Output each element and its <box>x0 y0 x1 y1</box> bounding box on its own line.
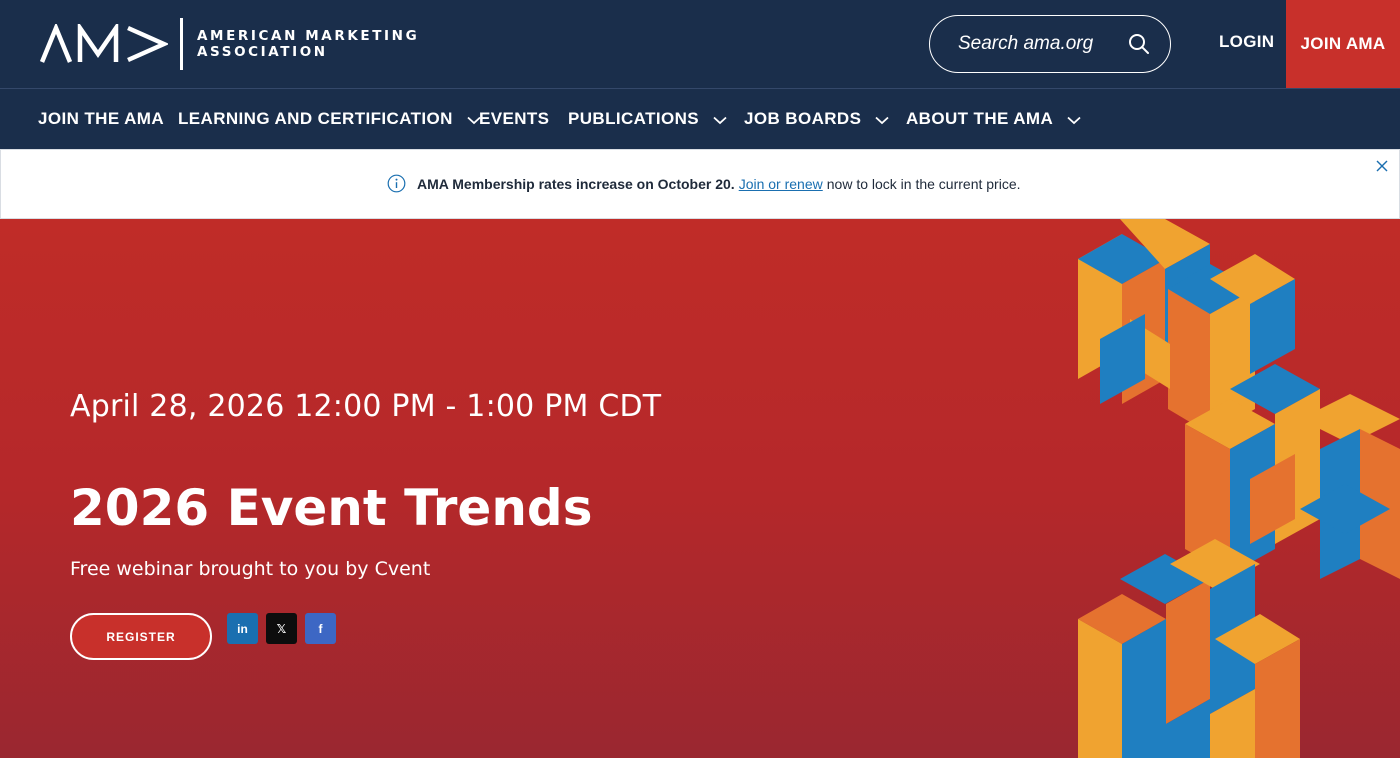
ama-logo[interactable]: AMERICAN MARKETING ASSOCIATION <box>40 17 419 71</box>
nav-item-events[interactable]: EVENTS <box>479 89 549 149</box>
nav-item-job-boards[interactable]: JOB BOARDS <box>744 89 889 149</box>
alert-bold-text: AMA Membership rates increase on October… <box>417 175 735 192</box>
nav-item-join-the-ama[interactable]: JOIN THE AMA <box>38 89 164 149</box>
logo-line-1: AMERICAN MARKETING <box>197 28 420 44</box>
logo-line-2: ASSOCIATION <box>197 44 328 60</box>
event-date: April 28, 2026 12:00 PM - 1:00 PM CDT <box>70 389 662 424</box>
event-subtitle: Free webinar brought to you by Cvent <box>70 558 431 580</box>
nav-item-label: JOIN THE AMA <box>38 109 165 128</box>
search-icon[interactable] <box>1128 33 1150 55</box>
close-icon[interactable] <box>1375 159 1389 173</box>
login-link[interactable]: LOGIN <box>1219 32 1274 52</box>
nav-item-label: PUBLICATIONS <box>568 109 700 128</box>
event-title: 2026 Event Trends <box>70 479 593 537</box>
logo-wordmark: AMERICAN MARKETING ASSOCIATION <box>197 28 419 60</box>
decorative-isometric-art <box>1078 219 1400 758</box>
register-button[interactable]: REGISTER <box>70 613 212 660</box>
facebook-share-icon[interactable]: f <box>305 613 336 644</box>
search-input[interactable] <box>958 33 1118 55</box>
main-nav: JOIN THE AMA LEARNING AND CERTIFICATION … <box>0 88 1400 149</box>
site-header: AMERICAN MARKETING ASSOCIATION LOGIN JOI… <box>0 0 1400 88</box>
event-hero: April 28, 2026 12:00 PM - 1:00 PM CDT 20… <box>0 219 1400 758</box>
chevron-down-icon <box>875 116 889 125</box>
art-cluster-bottom <box>1078 539 1300 758</box>
nav-item-learning-and-certification[interactable]: LEARNING AND CERTIFICATION <box>178 89 481 149</box>
logo-divider <box>180 18 183 70</box>
nav-item-label: EVENTS <box>479 109 550 128</box>
nav-item-label: ABOUT THE AMA <box>906 109 1054 128</box>
nav-item-label: LEARNING AND CERTIFICATION <box>178 109 453 128</box>
nav-item-label: JOB BOARDS <box>744 109 862 128</box>
nav-item-publications[interactable]: PUBLICATIONS <box>568 89 727 149</box>
chevron-down-icon <box>713 116 727 125</box>
info-icon <box>387 174 406 193</box>
ama-logo-mark <box>40 24 168 63</box>
chevron-down-icon <box>1067 116 1081 125</box>
join-or-renew-link[interactable]: Join or renew <box>739 176 823 192</box>
alert-message: AMA Membership rates increase on October… <box>387 174 1021 193</box>
linkedin-share-icon[interactable]: in <box>227 613 258 644</box>
join-ama-button[interactable]: JOIN AMA <box>1286 0 1400 88</box>
x-share-icon[interactable]: 𝕏 <box>266 613 297 644</box>
search-box[interactable] <box>929 15 1171 73</box>
alert-rest-text: now to lock in the current price. <box>826 175 1021 192</box>
nav-item-about-the-ama[interactable]: ABOUT THE AMA <box>906 89 1081 149</box>
membership-alert-banner: AMA Membership rates increase on October… <box>0 149 1400 219</box>
